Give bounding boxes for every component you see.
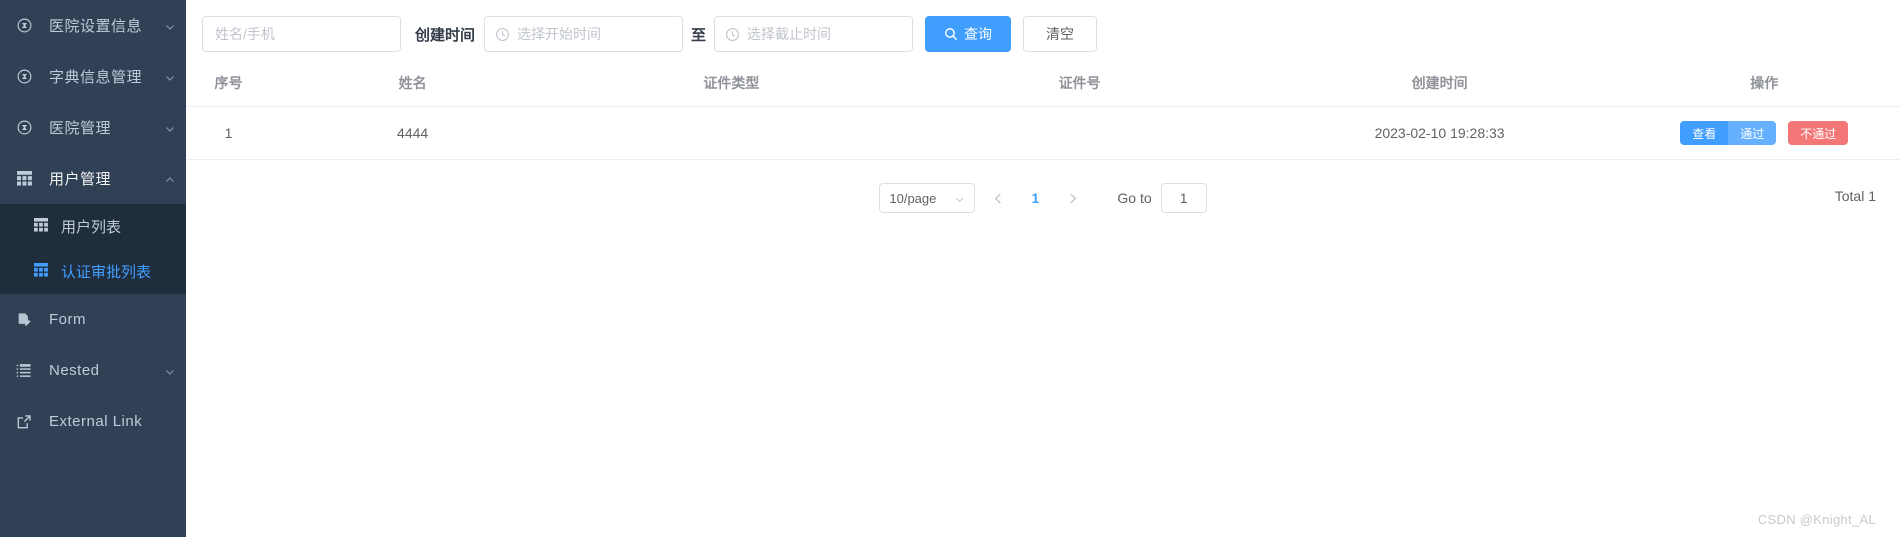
main-content: 创建时间 选择开始时间 至 选择截止时间 — [186, 0, 1900, 537]
cell-operations: 查看 通过 不通过 — [1628, 106, 1900, 160]
search-input[interactable] — [202, 16, 401, 52]
end-time-picker[interactable]: 选择截止时间 — [714, 16, 914, 52]
chevron-down-icon — [164, 20, 176, 32]
sidebar-item-label: Form — [49, 311, 86, 328]
search-button[interactable]: 查询 — [925, 16, 1012, 52]
app-root: 医院设置信息 字典信息管理 医院管理 用户管理 用户列表 认证审批列表 Form… — [0, 0, 1900, 537]
form-icon — [13, 309, 35, 331]
chevron-up-icon — [164, 173, 176, 185]
start-time-picker[interactable]: 选择开始时间 — [484, 16, 684, 52]
reject-button[interactable]: 不通过 — [1788, 121, 1849, 145]
table-row: 1 4444 2023-02-10 19:28:33 查看 通过 不通过 — [186, 106, 1900, 160]
sidebar-item-user-list[interactable]: 用户列表 — [0, 204, 186, 249]
nested-list-icon — [13, 360, 35, 382]
table-icon — [34, 217, 48, 236]
approve-button[interactable]: 通过 — [1728, 121, 1777, 145]
cell-name: 4444 — [270, 106, 555, 160]
cell-cert-type — [554, 106, 909, 160]
sidebar-item-certification-approval-list[interactable]: 认证审批列表 — [0, 249, 186, 294]
sidebar-item-label: Nested — [49, 362, 100, 379]
sidebar-item-label: External Link — [49, 413, 143, 430]
column-header-name: 姓名 — [270, 59, 555, 107]
sidebar-item-dictionary-management[interactable]: 字典信息管理 — [0, 51, 186, 102]
compass-icon — [13, 15, 35, 37]
action-button-group: 查看 通过 — [1680, 121, 1777, 145]
column-header-cert-no: 证件号 — [908, 59, 1251, 107]
page-number-1[interactable]: 1 — [1021, 183, 1049, 213]
watermark-text: CSDN @Knight_AL — [1757, 512, 1876, 527]
chevron-down-icon — [164, 122, 176, 134]
column-header-created-time: 创建时间 — [1250, 59, 1629, 107]
sidebar-item-external-link[interactable]: External Link — [0, 396, 186, 447]
table-body: 1 4444 2023-02-10 19:28:33 查看 通过 不通过 — [186, 106, 1900, 160]
sidebar-item-label: 医院管理 — [49, 120, 112, 137]
cell-cert-no — [908, 106, 1251, 160]
sidebar-item-hospital-settings[interactable]: 医院设置信息 — [0, 0, 186, 51]
table-header-row: 序号 姓名 证件类型 证件号 创建时间 操作 — [186, 59, 1900, 107]
clock-icon — [495, 27, 510, 42]
column-header-operations: 操作 — [1628, 59, 1900, 107]
compass-icon — [13, 66, 35, 88]
next-page-button[interactable] — [1057, 183, 1087, 213]
total-count-label: Total 1 — [1834, 188, 1876, 204]
sidebar-item-nested[interactable]: Nested — [0, 345, 186, 396]
column-header-cert-type: 证件类型 — [554, 59, 909, 107]
column-header-index: 序号 — [186, 59, 271, 107]
clear-button[interactable]: 清空 — [1023, 16, 1098, 52]
search-icon — [944, 27, 958, 41]
search-toolbar: 创建时间 选择开始时间 至 选择截止时间 — [186, 0, 1900, 54]
end-time-placeholder: 选择截止时间 — [747, 26, 832, 42]
approval-table: 序号 姓名 证件类型 证件号 创建时间 操作 1 4444 2023-02-10… — [186, 59, 1900, 160]
sidebar: 医院设置信息 字典信息管理 医院管理 用户管理 用户列表 认证审批列表 Form… — [0, 0, 186, 537]
chevron-down-icon — [164, 71, 176, 83]
sidebar-subitem-label: 用户列表 — [61, 219, 122, 236]
cell-index: 1 — [186, 106, 271, 160]
sidebar-item-label: 字典信息管理 — [49, 69, 143, 86]
search-button-label: 查询 — [964, 26, 993, 42]
table-icon — [13, 168, 35, 190]
start-time-placeholder: 选择开始时间 — [517, 26, 602, 42]
goto-label: Go to — [1117, 190, 1152, 206]
table-icon — [34, 262, 48, 281]
cell-created-time: 2023-02-10 19:28:33 — [1250, 106, 1629, 160]
chevron-down-icon — [954, 193, 965, 204]
sidebar-item-user-management[interactable]: 用户管理 — [0, 153, 186, 204]
sidebar-subitem-label: 认证审批列表 — [61, 264, 152, 281]
table-head: 序号 姓名 证件类型 证件号 创建时间 操作 — [186, 59, 1900, 107]
goto-page-input[interactable] — [1160, 183, 1207, 213]
chevron-down-icon — [164, 365, 176, 377]
pagination-bar: 10/page 1 Go to Total 1 — [186, 182, 1900, 242]
prev-page-button[interactable] — [983, 183, 1013, 213]
view-button[interactable]: 查看 — [1680, 121, 1729, 145]
sidebar-item-form[interactable]: Form — [0, 294, 186, 345]
page-size-value: 10/page — [889, 190, 937, 206]
clear-button-label: 清空 — [1046, 26, 1075, 42]
created-time-label: 创建时间 — [415, 26, 476, 44]
pagination-controls: 10/page 1 Go to — [186, 182, 1900, 214]
sidebar-submenu-user-management: 用户列表 认证审批列表 — [0, 204, 186, 294]
sidebar-item-label: 用户管理 — [49, 171, 112, 188]
sidebar-item-label: 医院设置信息 — [49, 18, 143, 35]
compass-icon — [13, 117, 35, 139]
clock-icon — [725, 27, 740, 42]
to-label: 至 — [691, 26, 707, 44]
page-size-select[interactable]: 10/page — [879, 183, 976, 213]
sidebar-item-hospital-management[interactable]: 医院管理 — [0, 102, 186, 153]
external-link-icon — [13, 411, 35, 433]
